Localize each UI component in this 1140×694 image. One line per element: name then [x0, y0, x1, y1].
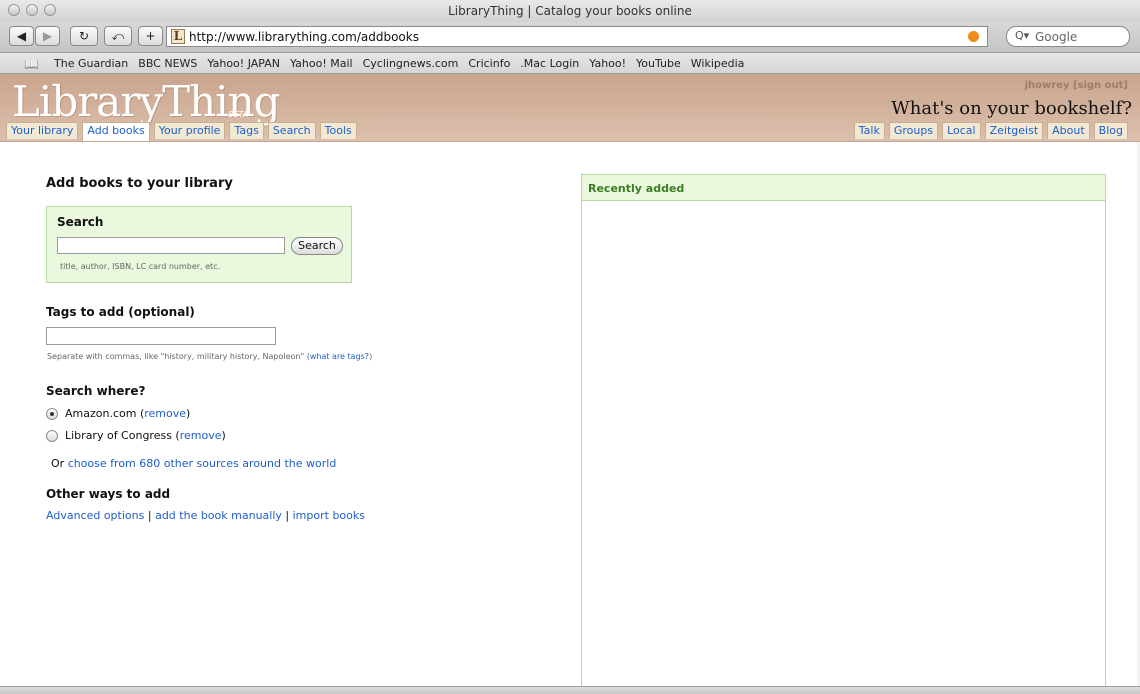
header-divider: [0, 141, 1140, 142]
tab-tags[interactable]: Tags: [229, 122, 264, 139]
bookmark-cricinfo[interactable]: Cricinfo: [468, 57, 510, 70]
link-separator: |: [147, 509, 152, 522]
google-search-field[interactable]: Q▾ Google: [1006, 26, 1130, 47]
tab-about[interactable]: About: [1047, 122, 1090, 139]
bookmark-bbc[interactable]: BBC NEWS: [138, 57, 197, 70]
back-button[interactable]: ◀: [9, 26, 34, 46]
tab-add-books[interactable]: Add books: [82, 122, 150, 141]
back-arrow-icon: ◀: [16, 29, 27, 43]
site-header: LibraryThing BETA jhowrey [sign out] Wha…: [0, 74, 1140, 141]
search-panel: Search Search title, author, ISBN, LC ca…: [46, 206, 352, 283]
search-hint: title, author, ISBN, LC card number, etc…: [60, 262, 221, 271]
forward-button[interactable]: ▶: [35, 26, 60, 46]
add-manually-link[interactable]: add the book manually: [155, 509, 282, 522]
search-button[interactable]: Search: [291, 237, 343, 255]
snapback-icon: ⤺: [111, 28, 125, 43]
forward-arrow-icon: ▶: [42, 29, 53, 43]
bookmark-youtube[interactable]: YouTube: [636, 57, 681, 70]
reload-icon: ↻: [78, 29, 90, 43]
bookmarks-bar: 📖 The Guardian BBC NEWS Yahoo! JAPAN Yah…: [0, 53, 1140, 74]
search-label: Search: [57, 215, 104, 229]
window-titlebar: LibraryThing | Catalog your books online: [0, 0, 1140, 23]
bookmark-wikipedia[interactable]: Wikipedia: [691, 57, 745, 70]
user-signout-link[interactable]: jhowrey [sign out]: [1025, 80, 1128, 91]
tab-talk[interactable]: Talk: [853, 122, 885, 139]
tab-your-library[interactable]: Your library: [6, 122, 79, 139]
tab-your-profile[interactable]: Your profile: [153, 122, 226, 139]
address-bar[interactable]: L http://www.librarything.com/addbooks: [166, 26, 988, 47]
window-title: LibraryThing | Catalog your books online: [448, 4, 692, 18]
bookmark-list: The Guardian BBC NEWS Yahoo! JAPAN Yahoo…: [54, 57, 744, 70]
url-text: http://www.librarything.com/addbooks: [189, 30, 419, 44]
other-ways-heading: Other ways to add: [46, 487, 171, 501]
book-icon[interactable]: 📖: [24, 57, 39, 71]
other-sources-line: Or choose from 680 other sources around …: [51, 457, 336, 470]
source-option-amazon[interactable]: Amazon.com (remove): [46, 407, 190, 420]
search-icon: Q▾: [1015, 29, 1030, 42]
tags-hint-text: Separate with commas, like "history, mil…: [47, 352, 310, 361]
tab-tools[interactable]: Tools: [319, 122, 357, 139]
recently-added-header: Recently added: [582, 175, 1105, 201]
other-ways-links: Advanced options | add the book manually…: [46, 509, 365, 522]
recently-added-panel: Recently added: [581, 174, 1106, 693]
remove-amazon-link[interactable]: remove: [144, 407, 186, 420]
bookmark-yahoo[interactable]: Yahoo!: [589, 57, 626, 70]
snapback-button[interactable]: ⤺: [104, 26, 132, 46]
bookmark-mac-login[interactable]: .Mac Login: [520, 57, 579, 70]
right-nav-tabs: Talk Groups Local Zeitgeist About Blog: [853, 122, 1128, 139]
site-tagline: What's on your bookshelf?: [891, 98, 1132, 119]
reload-button[interactable]: ↻: [70, 26, 98, 46]
beta-badge: BETA: [228, 110, 249, 119]
bookmark-cyclingnews[interactable]: Cyclingnews.com: [363, 57, 459, 70]
recently-added-title: Recently added: [588, 182, 685, 195]
radio-selected-icon[interactable]: [46, 407, 58, 420]
tab-local[interactable]: Local: [942, 122, 981, 139]
tags-heading: Tags to add (optional): [46, 305, 195, 319]
browser-toolbar: ◀ ▶ ↻ ⤺ + L http://www.librarything.com/…: [0, 22, 1140, 53]
radio-unselected-icon[interactable]: [46, 429, 58, 442]
page-title: Add books to your library: [46, 176, 233, 191]
tags-hint: Separate with commas, like "history, mil…: [47, 352, 372, 361]
bookmark-yahoo-mail[interactable]: Yahoo! Mail: [290, 57, 353, 70]
bookmark-yahoo-japan[interactable]: Yahoo! JAPAN: [207, 57, 280, 70]
source-label-amazon: Amazon.com: [65, 407, 137, 420]
tab-search[interactable]: Search: [267, 122, 316, 139]
source-option-loc[interactable]: Library of Congress (remove): [46, 429, 226, 442]
book-search-input[interactable]: [57, 237, 285, 254]
rss-icon[interactable]: [968, 31, 979, 42]
other-sources-prefix: Or: [51, 457, 68, 470]
remove-loc-link[interactable]: remove: [180, 429, 222, 442]
add-bookmark-button[interactable]: +: [138, 26, 163, 46]
tags-input[interactable]: [46, 327, 276, 345]
what-are-tags-link[interactable]: what are tags?: [310, 352, 369, 361]
tab-groups[interactable]: Groups: [888, 122, 939, 139]
tags-hint-close: ): [369, 352, 373, 361]
tab-zeitgeist[interactable]: Zeitgeist: [984, 122, 1044, 139]
search-placeholder: Google: [1035, 30, 1078, 44]
tab-blog[interactable]: Blog: [1093, 122, 1128, 139]
source-label-loc: Library of Congress: [65, 429, 172, 442]
search-where-heading: Search where?: [46, 384, 146, 398]
librarything-favicon: L: [171, 29, 185, 44]
left-nav-tabs: Your library Add books Your profile Tags…: [6, 122, 357, 141]
import-books-link[interactable]: import books: [293, 509, 365, 522]
plus-icon: +: [145, 29, 156, 43]
advanced-options-link[interactable]: Advanced options: [46, 509, 144, 522]
link-separator: |: [285, 509, 290, 522]
bookmark-guardian[interactable]: The Guardian: [54, 57, 128, 70]
other-sources-link[interactable]: choose from 680 other sources around the…: [68, 457, 337, 470]
